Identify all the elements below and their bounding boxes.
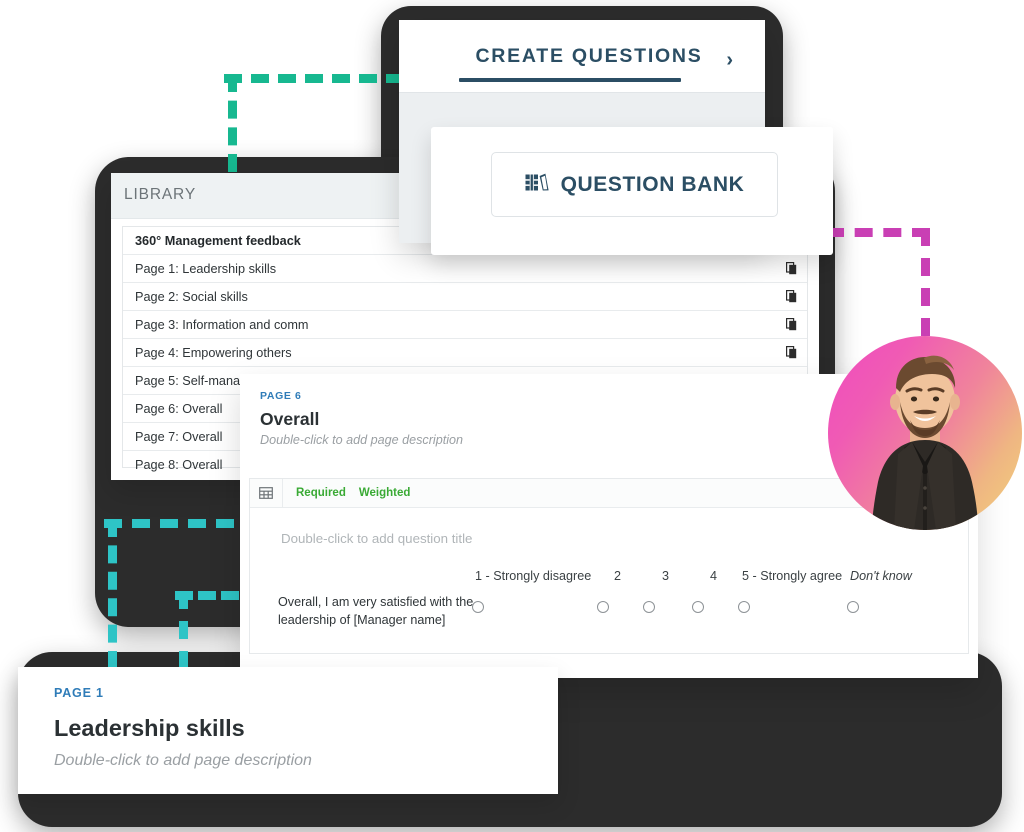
create-questions-header: CREATE QUESTIONS › bbox=[399, 20, 765, 92]
library-row[interactable]: Page 2: Social skills bbox=[123, 283, 807, 311]
scale-label: 5 - Strongly agree bbox=[742, 569, 843, 583]
library-row-label: Page 6: Overall bbox=[135, 401, 223, 416]
books-icon bbox=[525, 171, 550, 198]
teal-dashed-connector-horizontal-outer bbox=[104, 519, 234, 528]
teal-dashed-connector-vertical-inner bbox=[179, 591, 188, 669]
library-row-label: Page 8: Overall bbox=[135, 458, 223, 472]
chevron-right-icon[interactable]: › bbox=[726, 50, 733, 70]
green-dashed-connector-horizontal bbox=[224, 74, 404, 83]
create-questions-panel: CREATE QUESTIONS › QUESTION BANK bbox=[399, 20, 833, 255]
question-bank-card: QUESTION BANK bbox=[431, 127, 833, 255]
page-1-title[interactable]: Leadership skills bbox=[54, 715, 245, 742]
library-row-label: Page 7: Overall bbox=[135, 429, 223, 444]
library-row-label: Page 2: Social skills bbox=[135, 289, 248, 304]
scale-radio[interactable] bbox=[847, 601, 859, 613]
copy-icon[interactable] bbox=[786, 262, 797, 280]
title-underline bbox=[459, 78, 681, 82]
scale-radio[interactable] bbox=[692, 601, 704, 613]
scale-radio[interactable] bbox=[597, 601, 609, 613]
library-row-label: Page 1: Leadership skills bbox=[135, 261, 277, 276]
library-row-label: 360° Management feedback bbox=[135, 233, 301, 248]
library-title: LIBRARY bbox=[124, 186, 197, 203]
scale-radio[interactable] bbox=[738, 601, 750, 613]
avatar bbox=[828, 336, 1022, 530]
page-1-eyebrow: PAGE 1 bbox=[54, 686, 104, 700]
weighted-flag[interactable]: Weighted bbox=[359, 487, 411, 499]
page-1-card: PAGE 1 Leadership skills Double-click to… bbox=[18, 667, 558, 794]
library-row-label: Page 3: Information and comm bbox=[135, 317, 309, 332]
scale-radio[interactable] bbox=[643, 601, 655, 613]
screenshot-stage: LIBRARY 360° Management feedback Page 1: … bbox=[0, 0, 1024, 832]
scale-label: 1 - Strongly disagree bbox=[475, 569, 592, 583]
scale-radio[interactable] bbox=[472, 601, 484, 613]
table-grid-icon[interactable] bbox=[250, 479, 283, 507]
question-bank-label: QUESTION BANK bbox=[560, 172, 745, 196]
pink-dashed-connector-horizontal bbox=[826, 228, 930, 237]
copy-icon[interactable] bbox=[786, 290, 797, 308]
question-bank-button[interactable]: QUESTION BANK bbox=[491, 152, 778, 217]
copy-icon[interactable] bbox=[786, 346, 797, 364]
page-title: CREATE QUESTIONS bbox=[475, 44, 703, 67]
question-title-placeholder[interactable]: Double-click to add question title bbox=[281, 531, 472, 546]
pink-dashed-connector-vertical bbox=[921, 228, 930, 336]
library-row-label: Page 4: Empowering others bbox=[135, 345, 292, 360]
scale-label: 2 bbox=[614, 569, 622, 583]
teal-dashed-connector-vertical-outer bbox=[108, 519, 117, 669]
green-dashed-connector-vertical bbox=[228, 74, 237, 172]
library-row[interactable]: Page 3: Information and comm bbox=[123, 311, 807, 339]
required-flag[interactable]: Required bbox=[296, 487, 346, 499]
question-row-label: Overall, I am very satisfied with the le… bbox=[278, 595, 474, 627]
scale-label: 4 bbox=[710, 569, 718, 583]
scale-label: Don't know bbox=[850, 569, 912, 583]
scale-label: 3 bbox=[662, 569, 670, 583]
page-1-description[interactable]: Double-click to add page description bbox=[54, 752, 312, 770]
create-questions-body: QUESTION BANK bbox=[399, 92, 833, 255]
library-row[interactable]: Page 1: Leadership skills bbox=[123, 255, 807, 283]
copy-icon[interactable] bbox=[786, 318, 797, 336]
library-row[interactable]: Page 4: Empowering others bbox=[123, 339, 807, 367]
